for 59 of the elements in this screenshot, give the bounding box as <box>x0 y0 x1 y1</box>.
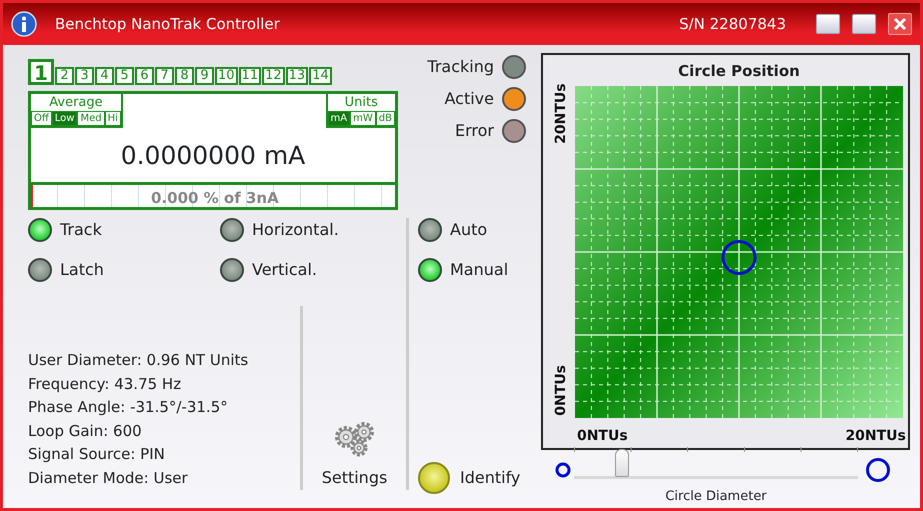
info-text: User Diameter: 0.96 NT Units <box>28 350 250 371</box>
channel-tab[interactable]: 4 <box>95 67 114 85</box>
indicator-label: Error <box>455 120 494 142</box>
info-text: Loop Gain: 600 <box>28 420 143 442</box>
slider-label: Circle Diameter <box>665 488 767 506</box>
option-label: Manual <box>450 259 508 281</box>
y-axis-label: 20NTUs <box>553 83 569 144</box>
option-button[interactable]: dB <box>376 111 395 126</box>
chart-title: Circle Position <box>678 62 800 80</box>
minimize-button[interactable] <box>816 14 840 34</box>
option-button[interactable]: Hi <box>104 111 121 126</box>
large-circle-icon <box>865 457 891 483</box>
channel-tab[interactable]: 1 <box>28 59 54 85</box>
channel-tab[interactable]: 14 <box>309 67 332 85</box>
option-label: Horizontal. <box>252 219 339 241</box>
units-label: Units <box>344 94 379 111</box>
x-axis-label: 20NTUs <box>845 428 906 444</box>
indicator-label: Active <box>444 88 494 110</box>
option-label: Vertical. <box>252 259 317 281</box>
channel-tab[interactable]: 9 <box>195 67 214 85</box>
option-label: Track <box>60 219 102 241</box>
maximize-button[interactable] <box>852 14 876 34</box>
channel-tab[interactable]: 10 <box>215 67 238 85</box>
info-text: Phase Angle: -31.5°/-31.5° <box>28 397 229 418</box>
info-text: Signal Source: PIN <box>28 444 166 465</box>
info-text: Diameter Mode: User <box>28 468 189 488</box>
channel-tab[interactable]: 5 <box>115 67 134 85</box>
channel-tab[interactable]: 13 <box>286 67 308 85</box>
average-label: Average <box>48 94 104 111</box>
channel-tab[interactable]: 6 <box>135 67 154 85</box>
channel-tab[interactable]: 12 <box>262 67 285 85</box>
signal-percent: 0.000 % of 3nA <box>151 188 279 209</box>
option-label: Latch <box>60 259 104 281</box>
x-axis-label: 0NTUs <box>576 428 628 444</box>
channel-tab[interactable]: 3 <box>75 67 94 85</box>
channel-tab[interactable]: 8 <box>175 67 194 85</box>
option-button[interactable]: mW <box>350 111 376 126</box>
serial-number: S/N 22807843 <box>679 14 786 35</box>
info-icon <box>11 11 37 37</box>
channel-tab[interactable]: 11 <box>238 67 262 85</box>
slider-thumb[interactable] <box>615 449 630 478</box>
option-label: Auto <box>450 219 488 241</box>
small-circle-icon <box>555 462 571 478</box>
position-circle <box>722 240 756 276</box>
settings-button[interactable]: Settings <box>322 420 388 490</box>
option-button[interactable]: Med <box>77 111 105 126</box>
info-text: Frequency: 43.75 Hz <box>28 374 182 394</box>
channel-tab[interactable]: 2 <box>55 67 74 85</box>
option-button[interactable]: Low <box>52 111 78 126</box>
indicator-label: Tracking <box>427 56 494 78</box>
window-title: Benchtop NanoTrak Controller <box>55 14 280 35</box>
option-button[interactable]: Off <box>31 111 52 126</box>
close-button[interactable] <box>888 13 912 35</box>
y-axis-label: 0NTUs <box>553 364 569 416</box>
option-button[interactable]: mA <box>328 111 350 126</box>
channel-tab[interactable]: 7 <box>155 67 174 85</box>
reading-value: 0.0000000 mA <box>120 140 306 172</box>
close-icon <box>893 17 907 31</box>
identify-button[interactable]: Identify <box>418 462 520 494</box>
